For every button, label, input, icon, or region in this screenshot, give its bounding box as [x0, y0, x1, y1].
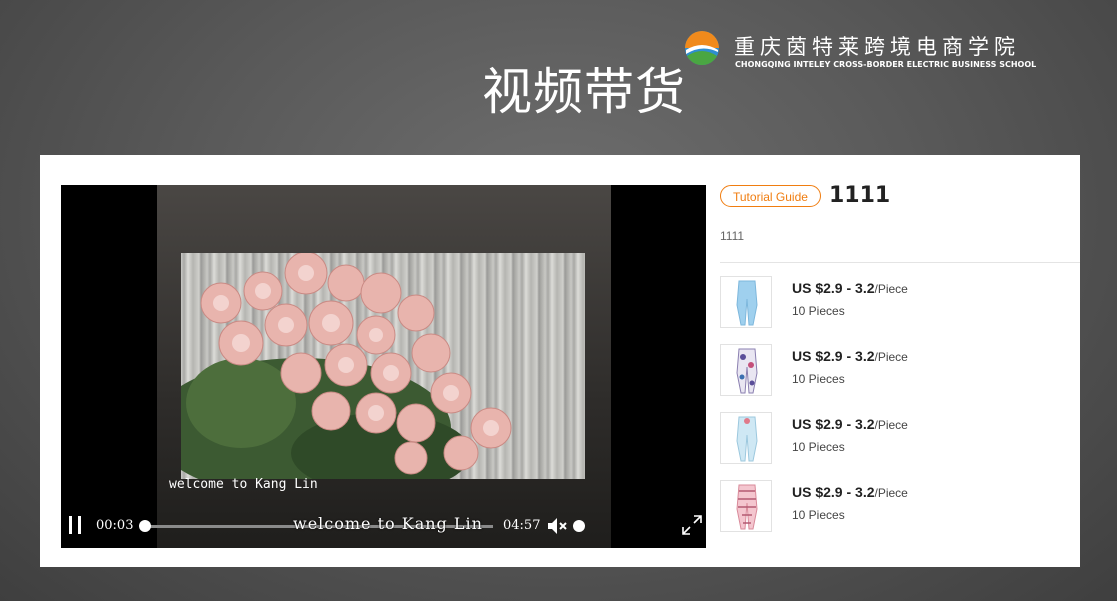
fullscreen-icon[interactable] [681, 514, 703, 536]
product-description: 1111 [720, 229, 745, 243]
price: US $2.9 - 3.2/Piece [792, 484, 908, 500]
video-controls: 00:03 welcome to Kang Lin 04:57 [61, 504, 706, 548]
mute-icon[interactable] [547, 516, 569, 536]
total-time: 04:57 [503, 518, 541, 533]
price: US $2.9 - 3.2/Piece [792, 280, 908, 296]
brand-name-en: CHONGQING INTELEY CROSS-BORDER ELECTRIC … [735, 60, 1037, 69]
quantity: 10 Pieces [792, 508, 845, 522]
quantity: 10 Pieces [792, 304, 845, 318]
quantity: 10 Pieces [792, 440, 845, 454]
pale-blue-leggings-thumbnail[interactable] [720, 412, 772, 464]
pause-button[interactable] [69, 516, 83, 534]
price: US $2.9 - 3.2/Piece [792, 416, 908, 432]
current-time: 00:03 [96, 518, 134, 533]
price: US $2.9 - 3.2/Piece [792, 348, 908, 364]
product-item[interactable]: US $2.9 - 3.2/Piece 10 Pieces [720, 344, 1080, 412]
floral-print-leggings-thumbnail[interactable] [720, 344, 772, 396]
live-shopping-panel: welcome to Kang Lin 00:03 welcome to Kan… [40, 155, 1080, 567]
quantity: 10 Pieces [792, 372, 845, 386]
brand-name-cn: 重庆茵特莱跨境电商学院 [734, 35, 1020, 59]
video-frame [157, 185, 611, 548]
light-blue-leggings-thumbnail[interactable] [720, 276, 772, 328]
product-item[interactable]: US $2.9 - 3.2/Piece 10 Pieces [720, 276, 1080, 344]
divider [720, 262, 1080, 263]
volume-knob[interactable] [573, 520, 585, 532]
pink-pattern-leggings-thumbnail[interactable] [720, 480, 772, 532]
video-player[interactable]: welcome to Kang Lin 00:03 welcome to Kan… [61, 185, 706, 548]
caption-overlay: welcome to Kang Lin [293, 514, 483, 533]
product-item[interactable]: US $2.9 - 3.2/Piece 10 Pieces [720, 480, 1080, 548]
slide-title: 视频带货 [482, 63, 686, 121]
product-title: 1111 [829, 183, 891, 208]
video-subtitle: welcome to Kang Lin [169, 477, 318, 492]
product-sidebar: Tutorial Guide 1111 1111 US $2.9 - 3.2/P… [720, 155, 1080, 567]
school-logo-icon [685, 31, 719, 65]
progress-knob[interactable] [138, 520, 151, 532]
roses-image [181, 253, 585, 479]
product-item[interactable]: US $2.9 - 3.2/Piece 10 Pieces [720, 412, 1080, 480]
product-list: US $2.9 - 3.2/Piece 10 Pieces US $2.9 - … [720, 276, 1080, 548]
tutorial-tag[interactable]: Tutorial Guide [720, 185, 821, 207]
